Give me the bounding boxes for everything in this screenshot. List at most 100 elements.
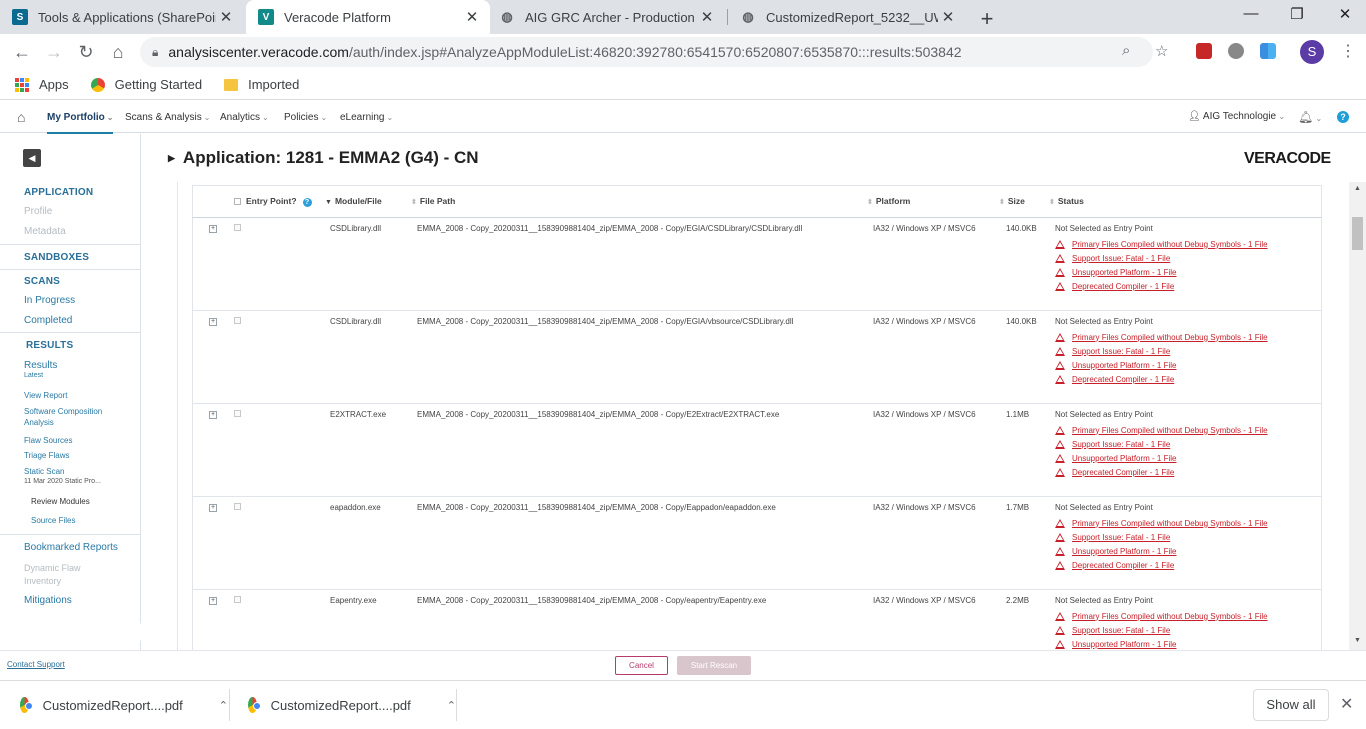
home-icon[interactable]: ⌂ <box>17 109 25 125</box>
close-tab-icon[interactable]: ✕ <box>462 8 482 26</box>
entry-point-checkbox[interactable] <box>234 317 241 324</box>
browser-menu-icon[interactable]: ⋮ <box>1340 41 1356 61</box>
sidebar-section-results[interactable]: RESULTS <box>26 340 73 351</box>
issue-link[interactable]: Unsupported Platform - 1 File <box>1055 265 1268 279</box>
sidebar-item-static-scan[interactable]: Static Scan 11 Mar 2020 Static Pro... <box>24 467 101 488</box>
sidebar-item-triage-flaws[interactable]: Triage Flaws <box>24 451 70 460</box>
close-window-icon[interactable]: ✕ <box>1330 5 1360 23</box>
entry-point-checkbox[interactable] <box>234 596 241 603</box>
forward-icon[interactable]: → <box>43 42 65 62</box>
issue-link[interactable]: Support Issue: Fatal - 1 File <box>1055 623 1268 637</box>
issue-link[interactable]: Support Issue: Fatal - 1 File <box>1055 344 1268 358</box>
column-module[interactable]: ▼ Module/File <box>325 196 382 206</box>
issue-link[interactable]: Primary Files Compiled without Debug Sym… <box>1055 516 1268 530</box>
expand-row-icon[interactable]: + <box>209 318 217 326</box>
issue-link[interactable]: Deprecated Compiler - 1 File <box>1055 465 1268 479</box>
issue-link[interactable]: Support Issue: Fatal - 1 File <box>1055 530 1268 544</box>
sidebar-item-review-modules[interactable]: Review Modules <box>31 497 90 506</box>
nav-my-portfolio[interactable]: My Portfolio ⌄ <box>47 112 114 134</box>
expand-row-icon[interactable]: + <box>209 504 217 512</box>
profile-avatar[interactable]: S <box>1300 40 1324 64</box>
issue-link[interactable]: Support Issue: Fatal - 1 File <box>1055 251 1268 265</box>
sidebar-item-view-report[interactable]: View Report <box>24 391 67 400</box>
issue-link[interactable]: Unsupported Platform - 1 File <box>1055 358 1268 372</box>
sidebar-item-completed[interactable]: Completed <box>24 315 72 326</box>
sidebar-section-scans[interactable]: SCANS <box>24 276 60 287</box>
scrollbar-thumb[interactable] <box>1352 217 1363 250</box>
windows-extension-icon[interactable] <box>1260 43 1276 59</box>
expand-row-icon[interactable]: + <box>209 225 217 233</box>
issue-link[interactable]: Deprecated Compiler - 1 File <box>1055 372 1268 386</box>
issue-link[interactable]: Primary Files Compiled without Debug Sym… <box>1055 237 1268 251</box>
close-tab-icon[interactable]: ✕ <box>938 8 958 26</box>
issue-link[interactable]: Primary Files Compiled without Debug Sym… <box>1055 609 1268 623</box>
new-tab-button[interactable]: + <box>976 6 998 32</box>
entry-point-checkbox[interactable] <box>234 224 241 231</box>
column-size[interactable]: ⬍ Size <box>999 196 1025 206</box>
show-all-button[interactable]: Show all <box>1253 689 1329 721</box>
home-icon[interactable]: ⌂ <box>107 42 129 62</box>
sidebar-item-sca[interactable]: Software Composition Analysis <box>24 407 102 429</box>
browser-tab-sharepoint[interactable]: S Tools & Applications (SharePoint) ✕ <box>0 0 244 34</box>
close-tab-icon[interactable]: ✕ <box>216 8 236 26</box>
issue-link[interactable]: Support Issue: Fatal - 1 File <box>1055 437 1268 451</box>
browser-tab-veracode[interactable]: V Veracode Platform ✕ <box>246 0 490 34</box>
help-icon[interactable]: ? <box>302 198 312 207</box>
bookmark-getting-started[interactable]: Getting Started <box>90 77 202 92</box>
address-bar[interactable]: 🔒︎ analysiscenter.veracode.com/auth/inde… <box>140 37 1153 67</box>
reload-icon[interactable]: ↻ <box>75 42 97 62</box>
entry-point-checkbox[interactable] <box>234 503 241 510</box>
zoom-icon[interactable]: ⌕ <box>1122 42 1130 59</box>
nav-elearning[interactable]: eLearning ⌄ <box>340 112 393 123</box>
issue-link[interactable]: Unsupported Platform - 1 File <box>1055 544 1268 558</box>
close-icon[interactable]: ✕ <box>1340 694 1353 714</box>
chevron-up-icon[interactable]: ⌃ <box>219 699 228 712</box>
bell-icon[interactable]: 🔔︎ ⌄ <box>1298 110 1322 124</box>
scroll-up-icon[interactable]: ▲ <box>1354 185 1361 192</box>
extension-icon[interactable] <box>1228 43 1244 59</box>
mcafee-extension-icon[interactable] <box>1196 43 1212 59</box>
url-text[interactable]: analysiscenter.veracode.com/auth/index.j… <box>168 44 961 60</box>
entry-point-checkbox[interactable] <box>234 410 241 417</box>
nav-policies[interactable]: Policies ⌄ <box>284 112 327 123</box>
page-scrollbar[interactable]: ▲ ▼ <box>1349 182 1366 650</box>
collapse-sidebar-button[interactable]: ◀ <box>23 149 41 167</box>
bookmark-imported[interactable]: Imported <box>224 77 299 92</box>
sidebar-item-in-progress[interactable]: In Progress <box>24 295 75 306</box>
help-icon[interactable]: ? <box>1337 111 1349 123</box>
select-all-checkbox[interactable] <box>234 198 241 205</box>
column-status[interactable]: ⬍ Status <box>1049 196 1084 206</box>
column-platform[interactable]: ⬍ Platform <box>867 196 910 206</box>
nav-analytics[interactable]: Analytics ⌄ <box>220 112 269 123</box>
user-menu[interactable]: 👤︎ AIG Technologie ⌄ <box>1188 111 1285 122</box>
cancel-button[interactable]: Cancel <box>615 656 668 675</box>
issue-link[interactable]: Primary Files Compiled without Debug Sym… <box>1055 330 1268 344</box>
sidebar-item-source-files[interactable]: Source Files <box>31 516 75 525</box>
download-item[interactable]: CustomizedReport....pdf ⌃ <box>228 681 456 729</box>
browser-tab-archer[interactable]: ◍ AIG GRC Archer - Production ✕ <box>487 0 725 34</box>
browser-tab-report[interactable]: ◍ CustomizedReport_5232__UW_e ✕ <box>728 0 966 34</box>
column-entry-point[interactable]: Entry Point?? <box>234 196 312 207</box>
close-tab-icon[interactable]: ✕ <box>697 8 717 26</box>
sidebar-item-mitigations[interactable]: Mitigations <box>24 595 72 606</box>
nav-scans-analysis[interactable]: Scans & Analysis ⌄ <box>125 112 210 123</box>
column-file-path[interactable]: ⬍ File Path <box>411 196 455 206</box>
issue-link[interactable]: Unsupported Platform - 1 File <box>1055 637 1268 650</box>
minimize-icon[interactable]: — <box>1236 5 1266 22</box>
issue-link[interactable]: Primary Files Compiled without Debug Sym… <box>1055 423 1268 437</box>
scroll-down-icon[interactable]: ▼ <box>1354 637 1361 644</box>
star-icon[interactable]: ☆ <box>1155 42 1168 60</box>
back-icon[interactable]: ← <box>11 42 33 62</box>
start-rescan-button[interactable]: Start Rescan <box>677 656 751 675</box>
sidebar-item-bookmarked-reports[interactable]: Bookmarked Reports <box>24 542 118 553</box>
sidebar-section-application[interactable]: APPLICATION <box>24 187 93 198</box>
sidebar-item-flaw-sources[interactable]: Flaw Sources <box>24 436 72 445</box>
contact-support-link[interactable]: Contact Support <box>7 660 65 669</box>
expand-row-icon[interactable]: + <box>209 597 217 605</box>
bookmark-apps[interactable]: Apps <box>0 77 69 92</box>
sidebar-item-results[interactable]: Results <box>24 360 57 371</box>
issue-link[interactable]: Deprecated Compiler - 1 File <box>1055 279 1268 293</box>
chevron-up-icon[interactable]: ⌃ <box>447 699 456 712</box>
issue-link[interactable]: Unsupported Platform - 1 File <box>1055 451 1268 465</box>
expand-row-icon[interactable]: + <box>209 411 217 419</box>
